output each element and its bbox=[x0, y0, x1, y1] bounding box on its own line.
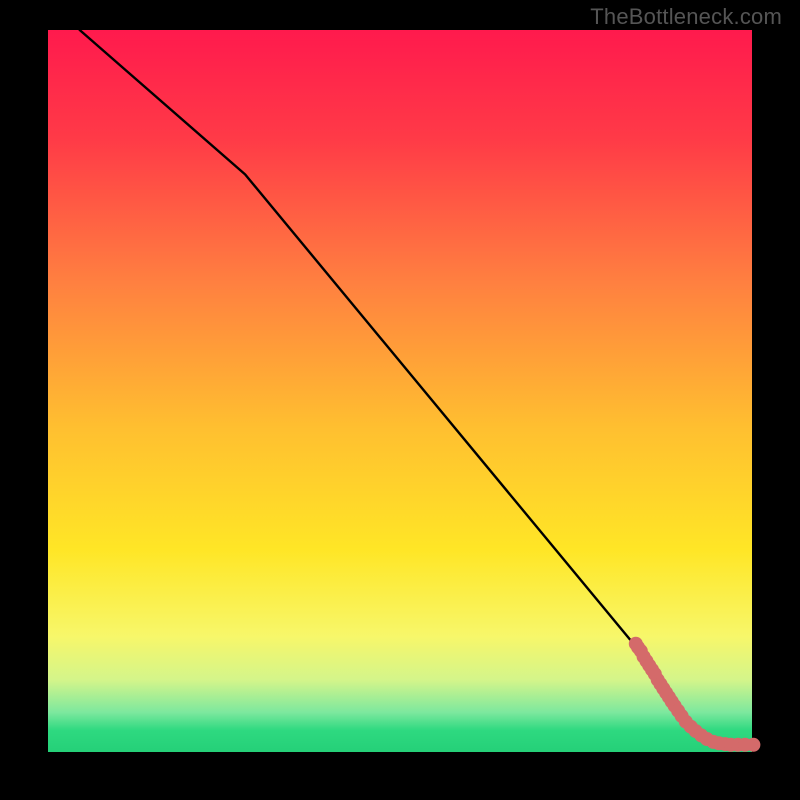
chart-container: TheBottleneck.com bbox=[0, 0, 800, 800]
chart-svg bbox=[0, 0, 800, 800]
plot-background bbox=[48, 30, 752, 752]
data-point bbox=[746, 738, 760, 752]
watermark-text: TheBottleneck.com bbox=[590, 4, 782, 30]
